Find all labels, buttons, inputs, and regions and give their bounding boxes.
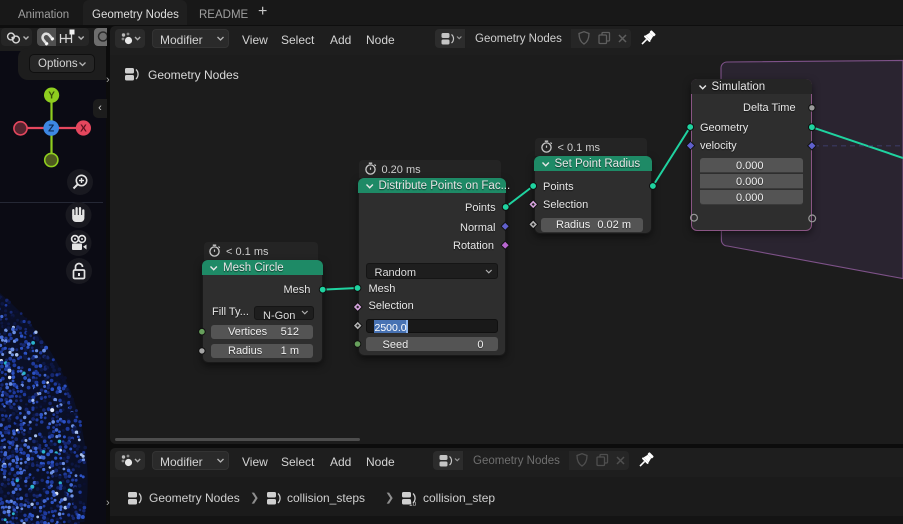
svg-text:X: X xyxy=(80,124,87,135)
svg-text:Z: Z xyxy=(48,124,54,135)
svg-text:Y: Y xyxy=(48,91,55,102)
svg-text:10: 10 xyxy=(409,501,417,507)
